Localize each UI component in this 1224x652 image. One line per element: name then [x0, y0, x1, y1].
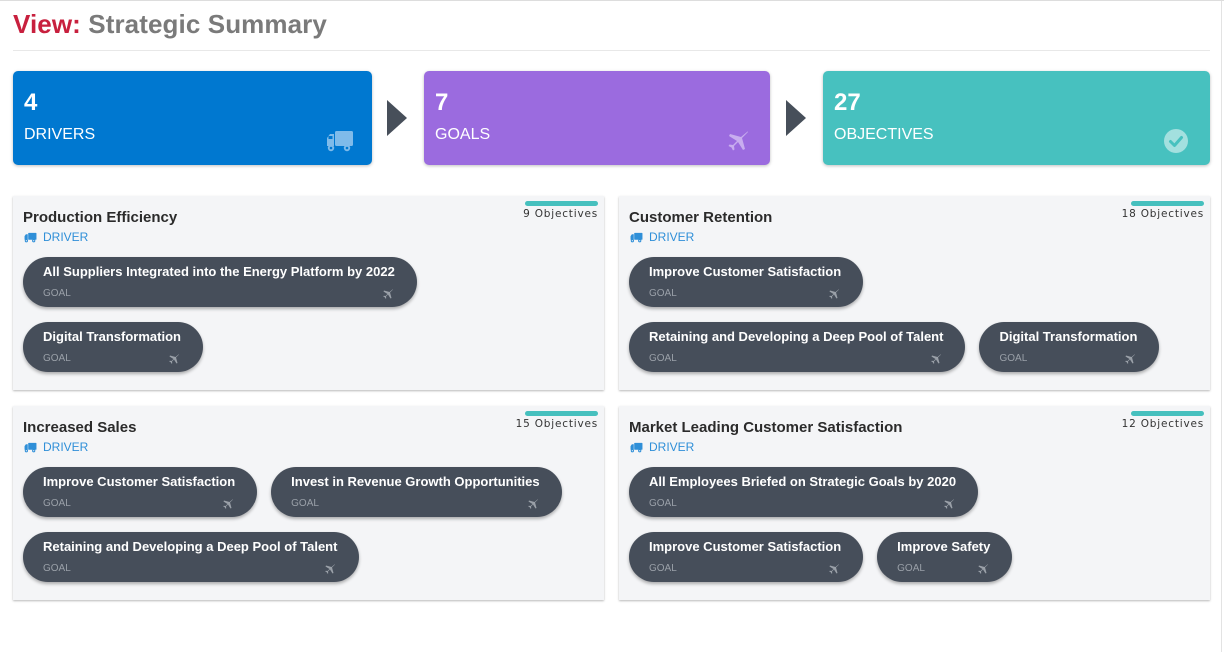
- goal-type: GOAL: [649, 353, 677, 364]
- goal-name: Retaining and Developing a Deep Pool of …: [649, 329, 944, 344]
- plane-icon: [944, 499, 955, 509]
- truck-icon: [24, 232, 37, 242]
- plane-icon: [223, 499, 234, 509]
- goal-type: GOAL: [43, 353, 71, 364]
- goal-name: All Employees Briefed on Strategic Goals…: [649, 474, 957, 489]
- stat-count: 7: [435, 89, 449, 116]
- plane-icon: [1125, 354, 1136, 364]
- driver-type-label: DRIVER: [649, 440, 695, 454]
- objectives-count: 18 Objectives: [1121, 208, 1204, 220]
- flow-arrow-icon: [387, 100, 407, 136]
- plane-icon: [169, 354, 179, 364]
- driver-title[interactable]: Production Efficiency: [23, 209, 177, 226]
- plane-icon: [325, 564, 336, 574]
- plane-icon: [383, 289, 393, 299]
- check-circle-icon: [1164, 129, 1188, 153]
- goal-pill[interactable]: Improve Safety GOAL: [877, 532, 1013, 582]
- objectives-count: 12 Objectives: [1121, 418, 1204, 430]
- goal-type: GOAL: [291, 498, 319, 509]
- goal-type: GOAL: [897, 563, 925, 574]
- goal-type: GOAL: [999, 353, 1028, 364]
- plane-icon: [931, 354, 942, 364]
- driver-panel: 9 Objectives Production Efficiency DRIVE…: [13, 196, 604, 390]
- objectives-progress-bar: [525, 411, 598, 416]
- goal-name: Improve Customer Satisfaction: [43, 474, 236, 489]
- stat-card-goals[interactable]: 7 GOALS: [424, 71, 770, 165]
- page-title: View: Strategic Summary: [13, 9, 327, 40]
- driver-title[interactable]: Customer Retention: [629, 209, 772, 226]
- goal-pill[interactable]: Invest in Revenue Growth Opportunities G…: [271, 467, 562, 517]
- goal-type: GOAL: [649, 563, 677, 574]
- objectives-progress-bar: [525, 201, 598, 206]
- goal-pill[interactable]: Retaining and Developing a Deep Pool of …: [23, 532, 360, 582]
- goal-name: All Suppliers Integrated into the Energy…: [43, 264, 395, 279]
- goal-list: All Suppliers Integrated into the Energy…: [23, 257, 594, 372]
- goal-name: Improve Customer Satisfaction: [649, 264, 842, 279]
- goal-type: GOAL: [43, 563, 71, 574]
- goal-pill[interactable]: Improve Customer Satisfaction GOAL: [629, 257, 864, 307]
- driver-type: DRIVER: [630, 230, 694, 244]
- stat-label: GOALS: [435, 126, 491, 143]
- goal-name: Retaining and Developing a Deep Pool of …: [43, 539, 338, 554]
- view-title: Strategic Summary: [88, 9, 327, 39]
- driver-type-label: DRIVER: [43, 230, 89, 244]
- goal-name: Digital Transformation: [999, 329, 1138, 344]
- driver-panel: 12 Objectives Market Leading Customer Sa…: [619, 406, 1210, 600]
- driver-type: DRIVER: [24, 440, 88, 454]
- goal-list: Improve Customer Satisfaction GOAL Retai…: [629, 257, 1200, 372]
- goal-list: Improve Customer Satisfaction GOAL Inves…: [23, 467, 594, 582]
- goal-type: GOAL: [649, 288, 677, 299]
- stat-count: 27: [834, 89, 861, 116]
- plane-icon: [527, 499, 538, 509]
- driver-title[interactable]: Increased Sales: [23, 419, 136, 436]
- goal-pill[interactable]: Digital Transformation GOAL: [23, 322, 203, 372]
- stat-card-objectives[interactable]: 27 OBJECTIVES: [823, 71, 1210, 165]
- objectives-progress-bar: [1131, 201, 1204, 206]
- goal-pill[interactable]: Retaining and Developing a Deep Pool of …: [629, 322, 966, 372]
- driver-title[interactable]: Market Leading Customer Satisfaction: [629, 419, 902, 436]
- truck-icon: [327, 131, 353, 152]
- stat-count: 4: [24, 89, 38, 116]
- driver-panel: 15 Objectives Increased Sales DRIVER Imp…: [13, 406, 604, 600]
- goal-list: All Employees Briefed on Strategic Goals…: [629, 467, 1200, 582]
- view-prefix: View:: [13, 9, 81, 39]
- plane-icon: [978, 564, 989, 574]
- objectives-count: 15 Objectives: [515, 418, 598, 430]
- driver-type: DRIVER: [24, 230, 88, 244]
- truck-icon: [630, 232, 643, 242]
- truck-icon: [24, 442, 37, 452]
- goal-name: Improve Customer Satisfaction: [649, 539, 842, 554]
- flow-arrow-icon: [786, 100, 806, 136]
- objectives-count: 9 Objectives: [523, 208, 598, 220]
- truck-icon: [630, 442, 643, 452]
- page-edge-divider: [1221, 1, 1222, 652]
- goal-type: GOAL: [43, 498, 71, 509]
- goal-pill[interactable]: Improve Customer Satisfaction GOAL: [23, 467, 258, 517]
- stat-label: OBJECTIVES: [834, 126, 934, 143]
- goal-pill[interactable]: All Suppliers Integrated into the Energy…: [23, 257, 417, 307]
- plane-icon: [829, 289, 840, 299]
- driver-type-label: DRIVER: [43, 440, 89, 454]
- goal-type: GOAL: [649, 498, 677, 509]
- stat-card-drivers[interactable]: 4 DRIVERS: [13, 71, 372, 165]
- goal-name: Digital Transformation: [43, 329, 181, 344]
- objectives-progress-bar: [1131, 411, 1204, 416]
- goal-type: GOAL: [43, 288, 71, 299]
- driver-type: DRIVER: [630, 440, 694, 454]
- plane-icon: [829, 564, 840, 574]
- header-divider: [13, 50, 1210, 51]
- plane-icon: [728, 131, 749, 151]
- goal-name: Improve Safety: [897, 539, 991, 554]
- goal-pill[interactable]: All Employees Briefed on Strategic Goals…: [629, 467, 979, 517]
- driver-type-label: DRIVER: [649, 230, 695, 244]
- goal-name: Invest in Revenue Growth Opportunities: [291, 474, 540, 489]
- stat-label: DRIVERS: [24, 126, 96, 143]
- driver-panel: 18 Objectives Customer Retention DRIVER …: [619, 196, 1210, 390]
- goal-pill[interactable]: Digital Transformation GOAL: [979, 322, 1160, 372]
- goal-pill[interactable]: Improve Customer Satisfaction GOAL: [629, 532, 864, 582]
